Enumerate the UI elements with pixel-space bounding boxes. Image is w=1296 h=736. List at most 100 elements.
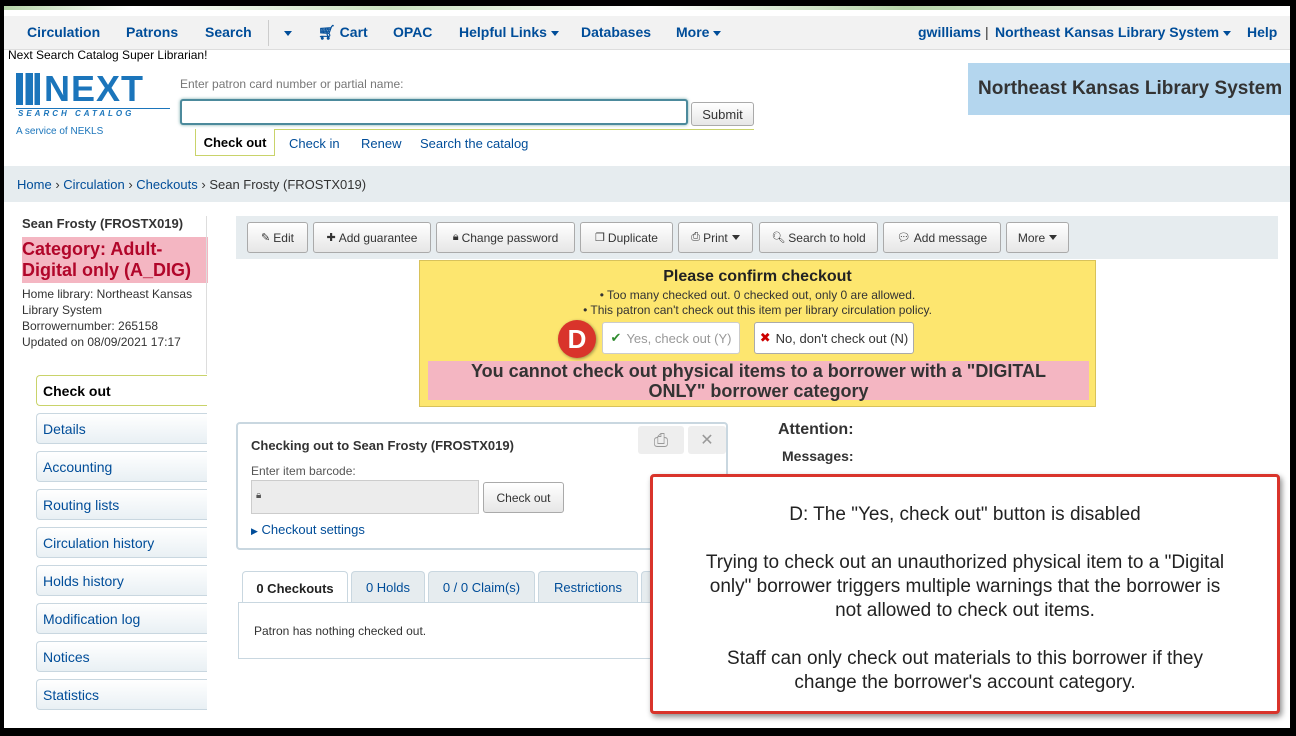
print-button[interactable]: ⎙ Print <box>678 222 753 253</box>
menu-item-modification-log[interactable]: Modification log <box>36 603 207 634</box>
menu-item-holds-history[interactable]: Holds history <box>36 565 207 596</box>
empty-checkouts-message: Patron has nothing checked out. <box>254 624 427 638</box>
nav-cart-label: Cart <box>339 24 368 40</box>
menu-item-details[interactable]: Details <box>36 413 207 444</box>
menu-item-circulation-history[interactable]: Circulation history <box>36 527 207 558</box>
breadcrumb-circulation[interactable]: Circulation <box>63 177 124 192</box>
search-tab-renew[interactable]: Renew <box>361 136 401 151</box>
patron-search-label: Enter patron card number or partial name… <box>180 77 404 91</box>
annotation-text-line: not allowed to check out items. <box>835 600 1095 621</box>
yes-check-out-button: ✔ Yes, check out (Y) <box>602 322 740 354</box>
nav-more-label: More <box>676 24 710 40</box>
tab-checkouts[interactable]: 0 Checkouts <box>242 571 348 604</box>
search-tab-search-catalog[interactable]: Search the catalog <box>420 136 528 151</box>
next-logo[interactable]: NEXT SEARCH CATALOG A service of NEKLS <box>16 68 170 137</box>
menu-item-routing-lists[interactable]: Routing lists <box>36 489 207 520</box>
print-label: Print <box>703 230 728 245</box>
barcode-input[interactable]: 🔒︎ <box>251 480 479 514</box>
library-banner: Northeast Kansas Library System <box>968 63 1290 115</box>
nav-user-separator: | <box>985 24 989 40</box>
nav-cart[interactable]: 🛒︎ Cart <box>318 24 368 41</box>
x-icon: ✖ <box>759 330 771 345</box>
nav-search[interactable]: Search <box>205 24 252 40</box>
annotation-marker-d: D <box>558 320 596 358</box>
chevron-down-icon <box>1223 30 1232 36</box>
no-check-out-button[interactable]: ✖ No, don't check out (N) <box>754 322 914 354</box>
checkouts-tab-panel: Patron has nothing checked out. <box>238 602 658 659</box>
search-tab-check-in[interactable]: Check in <box>289 136 340 151</box>
confirm-checkout-dialog: Please confirm checkout • Too many check… <box>419 260 1096 407</box>
nav-helpful-links[interactable]: Helpful Links <box>459 24 559 40</box>
chevron-down-icon <box>284 30 292 36</box>
menu-item-notices[interactable]: Notices <box>36 641 207 672</box>
tab-restrictions[interactable]: Restrictions <box>538 571 638 603</box>
pencil-icon: ✎ <box>261 232 271 244</box>
patron-name: Sean Frosty (FROSTX019) <box>22 216 184 231</box>
more-button[interactable]: More <box>1006 222 1069 253</box>
add-guarantee-button[interactable]: ✚ Add guarantee <box>313 222 431 253</box>
breadcrumb-checkouts[interactable]: Checkouts <box>136 177 197 192</box>
submit-button[interactable]: Submit <box>691 102 754 126</box>
copy-icon: ❐ <box>595 232 605 244</box>
change-password-button[interactable]: 🔒︎ Change password <box>436 222 575 253</box>
checkout-settings-toggle[interactable]: ▶ Checkout settings <box>251 522 365 537</box>
add-message-button[interactable]: 💬︎ Add message <box>883 222 1001 253</box>
chevron-down-icon <box>713 30 722 36</box>
patron-home-library: Home library: Northeast Kansas Library S… <box>22 287 193 317</box>
nav-library[interactable]: Northeast Kansas Library System <box>995 24 1232 40</box>
digital-only-alert-line1: You cannot check out physical items to a… <box>471 361 1046 381</box>
checkout-title: Checking out to Sean Frosty (FROSTX019) <box>251 438 514 453</box>
logo-service-text: A service of NEKLS <box>16 126 104 137</box>
patron-search-input[interactable] <box>180 99 688 125</box>
nav-help[interactable]: Help <box>1247 24 1277 40</box>
edit-button-label: Edit <box>273 230 294 245</box>
search-tab-check-out[interactable]: Check out <box>195 129 275 156</box>
speech-bubble-icon: 💬︎ <box>896 232 911 244</box>
attention-heading: Attention: <box>778 421 854 438</box>
breadcrumb-separator: › <box>201 177 206 192</box>
nav-databases[interactable]: Databases <box>581 24 651 40</box>
patron-category: Category: Adult-Digital only (A_DIG) <box>22 237 208 283</box>
search-to-hold-button[interactable]: 🔍︎ Search to hold <box>759 222 878 253</box>
confirm-warning-policy: • This patron can't check out this item … <box>583 303 932 317</box>
annotation-heading: D: The "Yes, check out" button is disabl… <box>789 504 1141 525</box>
menu-item-accounting[interactable]: Accounting <box>36 451 207 482</box>
breadcrumb: Home › Circulation › Checkouts › Sean Fr… <box>4 166 1290 202</box>
patron-borrowernumber: Borrowernumber: 265158 <box>22 319 159 333</box>
nav-helpful-links-label: Helpful Links <box>459 24 547 40</box>
confirm-title: Please confirm checkout <box>663 268 852 285</box>
nav-opac[interactable]: OPAC <box>393 24 432 40</box>
annotation-text-line: Trying to check out an unauthorized phys… <box>705 552 1225 573</box>
close-icon[interactable]: ✕ <box>688 426 726 454</box>
more-label: More <box>1017 230 1046 245</box>
check-out-button[interactable]: Check out <box>483 482 564 513</box>
top-navbar: Circulation Patrons Search 🛒︎ Cart OPAC … <box>4 16 1290 50</box>
annotation-callout: D: The "Yes, check out" button is disabl… <box>650 474 1280 714</box>
add-guarantee-label: Add guarantee <box>338 230 418 245</box>
nav-circulation[interactable]: Circulation <box>27 24 100 40</box>
edit-button[interactable]: ✎ Edit <box>247 222 308 253</box>
checkout-settings-label: Checkout settings <box>261 522 365 537</box>
print-slip-icon[interactable]: ⎙ <box>638 426 684 454</box>
duplicate-label: Duplicate <box>607 230 658 245</box>
tab-claims[interactable]: 0 / 0 Claim(s) <box>428 571 535 603</box>
no-check-out-label: No, don't check out (N) <box>775 330 909 346</box>
chevron-down-icon <box>1049 235 1058 240</box>
annotation-text-line: change the borrower's account category. <box>794 672 1136 693</box>
add-message-label: Add message <box>913 230 988 245</box>
breadcrumb-home[interactable]: Home <box>17 177 52 192</box>
nav-user[interactable]: gwilliams <box>918 24 981 40</box>
logo-text: NEXT <box>44 68 145 109</box>
nav-patrons[interactable]: Patrons <box>126 24 178 40</box>
tab-holds[interactable]: 0 Holds <box>351 571 425 603</box>
menu-item-check-out[interactable]: Check out <box>36 375 207 406</box>
print-icon: ⎙ <box>691 231 701 243</box>
patron-updated: Updated on 08/09/2021 17:17 <box>22 335 181 349</box>
nav-more[interactable]: More <box>676 24 722 40</box>
sidebar-divider <box>206 216 207 374</box>
annotation-text-line: Staff can only check out materials to th… <box>727 648 1203 669</box>
nav-search-dropdown[interactable] <box>280 24 292 40</box>
duplicate-button[interactable]: ❐ Duplicate <box>580 222 673 253</box>
menu-item-statistics[interactable]: Statistics <box>36 679 207 710</box>
breadcrumb-current: Sean Frosty (FROSTX019) <box>209 177 367 192</box>
